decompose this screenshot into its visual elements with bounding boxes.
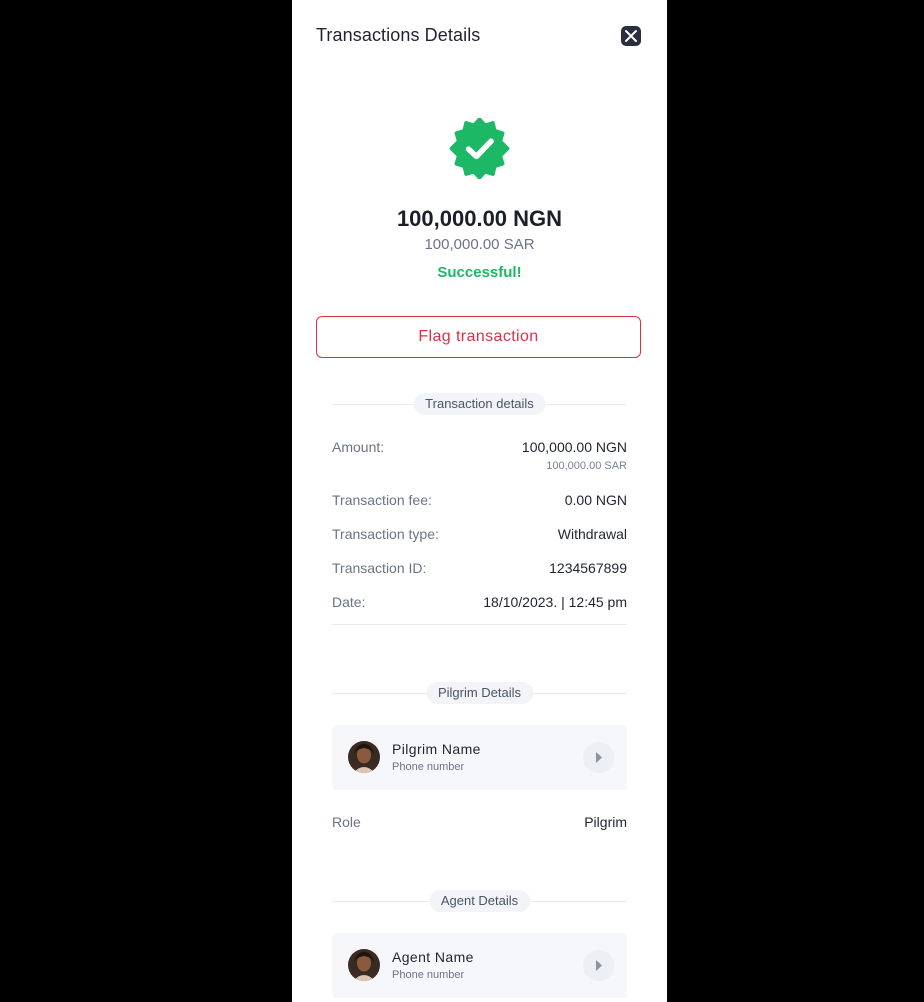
pilgrim-card[interactable]: Pilgrim Name Phone number	[332, 725, 627, 790]
amount-secondary: 100,000.00 SAR	[424, 236, 535, 253]
agent-card[interactable]: Agent Name Phone number	[332, 933, 627, 998]
pilgrim-open-button[interactable]	[583, 742, 614, 773]
detail-label: Role	[332, 814, 361, 830]
section-divider	[332, 624, 627, 625]
detail-label: Amount:	[332, 439, 385, 455]
section-heading-pilgrim-details: Pilgrim Details	[425, 682, 534, 704]
detail-row-date: Date: 18/10/2023. | 12:45 pm	[332, 594, 627, 614]
detail-value: Pilgrim	[584, 814, 627, 830]
agent-open-button[interactable]	[583, 950, 614, 981]
detail-subvalue: 100,000.00 SAR	[546, 460, 627, 472]
avatar-image	[348, 741, 380, 773]
pilgrim-details-divider: Pilgrim Details	[332, 682, 627, 704]
agent-name: Agent Name	[392, 949, 474, 965]
detail-row-id: Transaction ID: 1234567899	[332, 560, 627, 580]
pilgrim-phone: Phone number	[392, 761, 465, 773]
avatar	[348, 949, 380, 981]
detail-value: Withdrawal	[557, 526, 627, 542]
pilgrim-name: Pilgrim Name	[392, 741, 481, 757]
detail-row-fee: Transaction fee: 0.00 NGN	[332, 492, 627, 512]
transaction-details-divider: Transaction details	[332, 393, 627, 415]
chevron-right-icon	[596, 960, 602, 971]
agent-phone: Phone number	[392, 969, 465, 981]
section-heading-agent-details: Agent Details	[428, 890, 531, 912]
close-button[interactable]	[621, 26, 641, 46]
page-title: Transactions Details	[316, 25, 481, 45]
status-text: Successful!	[437, 264, 522, 281]
amount-primary: 100,000.00 NGN	[396, 206, 563, 231]
transaction-details-panel: Transactions Details 100,000.00 NGN 100,…	[292, 0, 667, 1002]
detail-label: Transaction fee:	[332, 492, 432, 508]
detail-value: 100,000.00 NGN	[521, 439, 627, 455]
detail-label: Date:	[332, 594, 366, 610]
flag-transaction-button[interactable]: Flag transaction	[316, 316, 641, 358]
close-icon	[625, 30, 637, 42]
detail-row-role: Role Pilgrim	[332, 814, 627, 834]
avatar-image	[348, 949, 380, 981]
chevron-right-icon	[596, 752, 602, 763]
detail-label: Transaction ID:	[332, 560, 427, 576]
detail-value: 18/10/2023. | 12:45 pm	[483, 594, 627, 610]
section-heading-transaction-details: Transaction details	[413, 393, 546, 415]
verified-check-badge-icon	[449, 118, 510, 179]
detail-value: 1234567899	[549, 560, 627, 576]
detail-value: 0.00 NGN	[564, 492, 627, 508]
agent-details-divider: Agent Details	[332, 890, 627, 912]
avatar	[348, 741, 380, 773]
detail-label: Transaction type:	[332, 526, 439, 542]
detail-row-type: Transaction type: Withdrawal	[332, 526, 627, 546]
detail-row-amount: Amount: 100,000.00 NGN 100,000.00 SAR	[332, 439, 627, 472]
